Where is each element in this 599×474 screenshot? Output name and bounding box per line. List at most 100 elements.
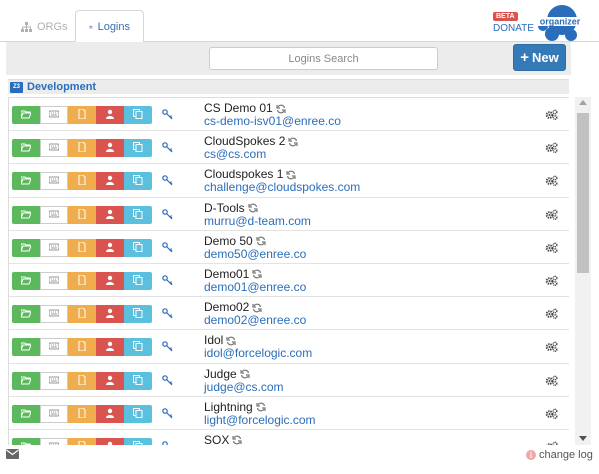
file-button[interactable] bbox=[68, 271, 96, 290]
login-username[interactable]: cs@cs.com bbox=[204, 148, 298, 161]
donate-link[interactable]: DONATE bbox=[493, 23, 534, 34]
open-button[interactable] bbox=[12, 338, 40, 357]
refresh-icon[interactable] bbox=[256, 402, 266, 412]
login-username[interactable]: cs-demo-isv01@enree.co bbox=[204, 115, 341, 128]
new-login-button[interactable]: + New bbox=[513, 44, 566, 71]
organizer-logo[interactable]: organizer bbox=[532, 3, 582, 43]
cogs-icon[interactable] bbox=[545, 109, 558, 120]
file-button[interactable] bbox=[68, 172, 96, 191]
key-icon[interactable] bbox=[162, 275, 173, 286]
keyboard-button[interactable] bbox=[40, 404, 68, 423]
login-username[interactable]: demo01@enree.co bbox=[204, 280, 306, 294]
keyboard-button[interactable] bbox=[40, 238, 68, 257]
key-icon[interactable] bbox=[162, 142, 173, 153]
open-button[interactable] bbox=[12, 106, 40, 124]
copy-button[interactable] bbox=[124, 305, 152, 324]
login-username[interactable]: murru@d-team.com bbox=[204, 214, 311, 228]
file-button[interactable] bbox=[68, 205, 96, 224]
open-button[interactable] bbox=[12, 437, 40, 445]
file-button[interactable] bbox=[68, 305, 96, 324]
copy-button[interactable] bbox=[124, 437, 152, 445]
keyboard-button[interactable] bbox=[40, 437, 68, 445]
cogs-icon[interactable] bbox=[545, 408, 558, 419]
login-username[interactable]: light@forcelogic.com bbox=[204, 413, 316, 427]
cogs-icon[interactable] bbox=[545, 175, 558, 187]
keyboard-button[interactable] bbox=[40, 205, 68, 224]
incognito-button[interactable] bbox=[96, 271, 124, 290]
copy-button[interactable] bbox=[124, 238, 152, 257]
refresh-icon[interactable] bbox=[226, 336, 236, 346]
login-username[interactable]: demo02@enree.co bbox=[204, 314, 306, 327]
copy-button[interactable] bbox=[124, 371, 152, 390]
group-header-development[interactable]: Z3 Development bbox=[8, 79, 569, 94]
cogs-icon[interactable] bbox=[545, 308, 558, 320]
refresh-icon[interactable] bbox=[288, 137, 298, 147]
keyboard-button[interactable] bbox=[40, 338, 68, 357]
logins-search-input[interactable] bbox=[209, 47, 438, 70]
open-button[interactable] bbox=[12, 271, 40, 290]
refresh-icon[interactable] bbox=[286, 170, 296, 180]
open-button[interactable] bbox=[12, 139, 40, 158]
key-icon[interactable] bbox=[162, 407, 173, 419]
incognito-button[interactable] bbox=[96, 371, 124, 390]
file-button[interactable] bbox=[68, 404, 96, 423]
refresh-icon[interactable] bbox=[276, 104, 286, 114]
key-icon[interactable] bbox=[162, 308, 173, 319]
incognito-button[interactable] bbox=[96, 238, 124, 257]
scrollbar-thumb[interactable] bbox=[577, 113, 589, 273]
refresh-icon[interactable] bbox=[232, 435, 242, 445]
file-button[interactable] bbox=[68, 338, 96, 357]
refresh-icon[interactable] bbox=[256, 236, 266, 246]
refresh-icon[interactable] bbox=[240, 369, 250, 379]
change-log-link[interactable]: i change log bbox=[526, 449, 593, 461]
tab-logins[interactable]: Logins bbox=[75, 10, 144, 43]
copy-button[interactable] bbox=[124, 205, 152, 224]
keyboard-button[interactable] bbox=[40, 106, 68, 124]
key-icon[interactable] bbox=[162, 441, 173, 445]
login-username[interactable]: idol@forcelogic.com bbox=[204, 347, 312, 360]
file-button[interactable] bbox=[68, 437, 96, 445]
copy-button[interactable] bbox=[124, 172, 152, 191]
open-button[interactable] bbox=[12, 205, 40, 224]
file-button[interactable] bbox=[68, 238, 96, 257]
key-icon[interactable] bbox=[162, 341, 173, 352]
key-icon[interactable] bbox=[162, 241, 173, 253]
login-username[interactable]: demo50@enree.co bbox=[204, 247, 306, 261]
keyboard-button[interactable] bbox=[40, 371, 68, 390]
keyboard-button[interactable] bbox=[40, 305, 68, 324]
cogs-icon[interactable] bbox=[545, 341, 558, 353]
copy-button[interactable] bbox=[124, 139, 152, 158]
keyboard-button[interactable] bbox=[40, 139, 68, 158]
cogs-icon[interactable] bbox=[545, 242, 558, 253]
keyboard-button[interactable] bbox=[40, 271, 68, 290]
copy-button[interactable] bbox=[124, 338, 152, 357]
cogs-icon[interactable] bbox=[545, 441, 558, 445]
cogs-icon[interactable] bbox=[545, 275, 558, 286]
open-button[interactable] bbox=[12, 172, 40, 191]
cogs-icon[interactable] bbox=[545, 142, 558, 154]
tab-orgs[interactable]: ORGs bbox=[8, 10, 81, 43]
open-button[interactable] bbox=[12, 305, 40, 324]
keyboard-button[interactable] bbox=[40, 172, 68, 191]
file-button[interactable] bbox=[68, 371, 96, 390]
refresh-icon[interactable] bbox=[252, 303, 262, 313]
envelope-icon[interactable] bbox=[6, 449, 19, 459]
scroll-up-arrow[interactable] bbox=[579, 100, 587, 105]
file-button[interactable] bbox=[68, 139, 96, 158]
key-icon[interactable] bbox=[162, 109, 173, 120]
incognito-button[interactable] bbox=[96, 139, 124, 158]
cogs-icon[interactable] bbox=[545, 375, 558, 386]
copy-button[interactable] bbox=[124, 271, 152, 290]
incognito-button[interactable] bbox=[96, 305, 124, 324]
key-icon[interactable] bbox=[162, 175, 173, 186]
incognito-button[interactable] bbox=[96, 172, 124, 191]
copy-button[interactable] bbox=[124, 404, 152, 423]
key-icon[interactable] bbox=[162, 374, 173, 386]
open-button[interactable] bbox=[12, 238, 40, 257]
open-button[interactable] bbox=[12, 371, 40, 390]
scrollbar[interactable] bbox=[575, 97, 591, 445]
refresh-icon[interactable] bbox=[248, 203, 258, 213]
incognito-button[interactable] bbox=[96, 205, 124, 224]
incognito-button[interactable] bbox=[96, 437, 124, 445]
file-button[interactable] bbox=[68, 106, 96, 124]
